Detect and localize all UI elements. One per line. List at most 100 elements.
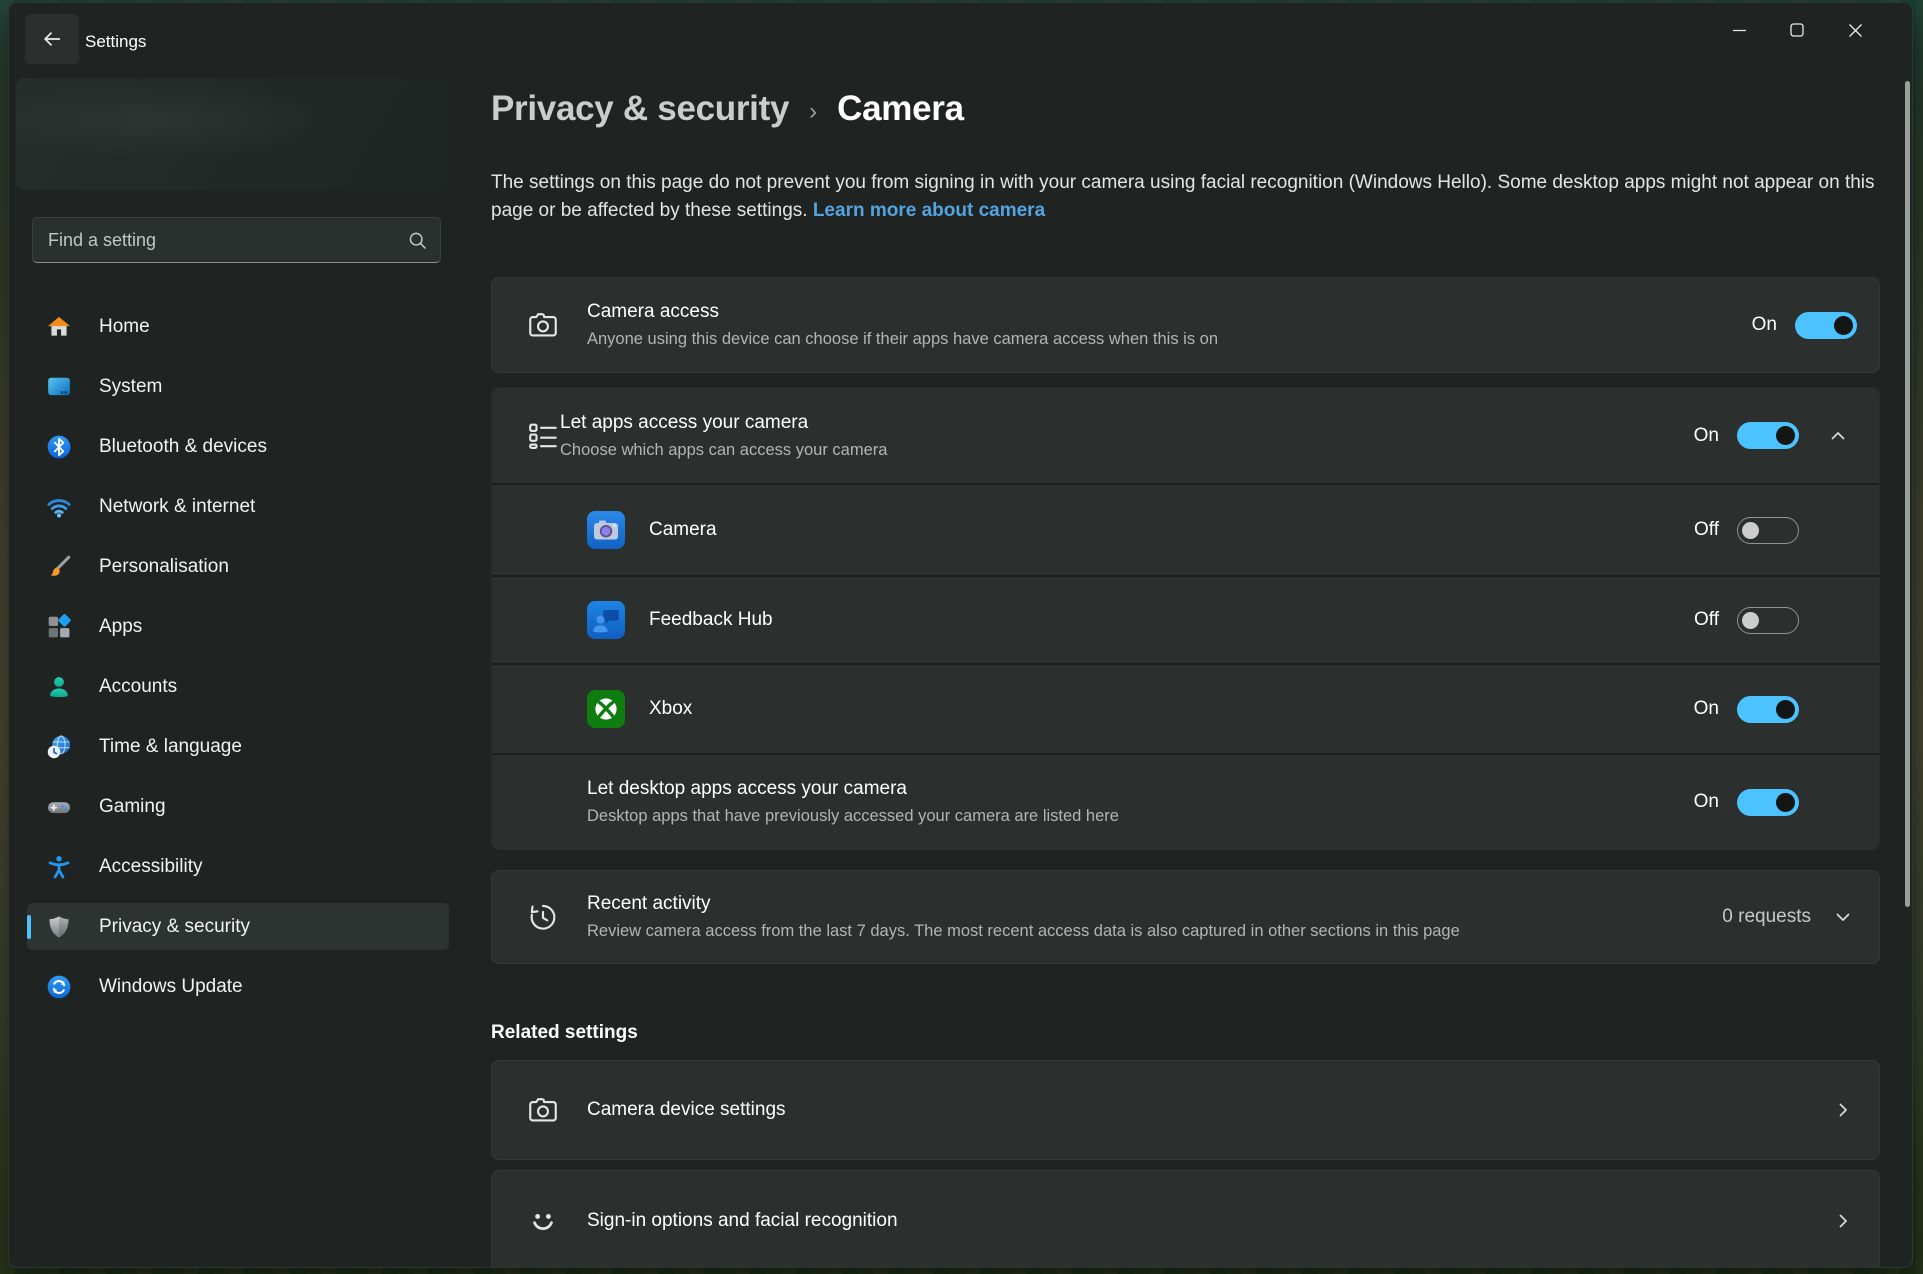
- settings-window: Settings: [8, 2, 1913, 1268]
- chevron-down-icon[interactable]: [1833, 907, 1853, 927]
- setting-subtitle: Choose which apps can access your camera: [560, 441, 887, 460]
- minimize-button[interactable]: [1710, 9, 1768, 51]
- sidebar-item-bluetooth[interactable]: Bluetooth & devices: [27, 423, 449, 470]
- camera-access-toggle[interactable]: [1795, 312, 1857, 339]
- back-arrow-icon: [41, 28, 63, 50]
- toggle-state-label: On: [1694, 425, 1719, 447]
- search-input[interactable]: [33, 218, 440, 262]
- app-row-feedback-hub: Feedback Hub Off: [492, 575, 1879, 663]
- camera-outline-icon: [526, 308, 560, 342]
- let-apps-toggle[interactable]: [1737, 422, 1799, 449]
- setting-title: Camera device settings: [587, 1099, 786, 1121]
- wifi-icon: [46, 494, 72, 520]
- chevron-right-icon: [1833, 1211, 1853, 1231]
- toggle-state-label: On: [1752, 314, 1777, 336]
- page-description-text: The settings on this page do not prevent…: [491, 172, 1875, 221]
- window-controls: [1710, 9, 1884, 51]
- sidebar-item-label: Network & internet: [99, 496, 255, 518]
- camera-outline-icon: [526, 1093, 560, 1127]
- sidebar-item-personalisation[interactable]: Personalisation: [27, 543, 449, 590]
- back-button[interactable]: [25, 14, 79, 64]
- breadcrumb-separator-icon: ›: [809, 93, 817, 126]
- sidebar-item-apps[interactable]: Apps: [27, 603, 449, 650]
- page-title: Camera: [837, 89, 964, 129]
- shield-icon: [46, 914, 72, 940]
- app-row-xbox: Xbox On: [492, 663, 1879, 753]
- close-icon: [1848, 23, 1863, 38]
- sidebar-item-label: Home: [99, 316, 150, 338]
- close-button[interactable]: [1826, 9, 1884, 51]
- window-title: Settings: [85, 32, 146, 52]
- update-arrows-icon: [46, 974, 72, 1000]
- setting-title: Camera access: [587, 301, 1218, 323]
- recent-activity-count: 0 requests: [1722, 906, 1811, 928]
- recent-activity-card[interactable]: Recent activity Review camera access fro…: [491, 870, 1880, 964]
- sidebar-item-accounts[interactable]: Accounts: [27, 663, 449, 710]
- sidebar-item-privacy-security[interactable]: Privacy & security: [27, 903, 449, 950]
- maximize-icon: [1790, 23, 1804, 37]
- xbox-toggle[interactable]: [1737, 696, 1799, 723]
- feedback-hub-toggle[interactable]: [1737, 607, 1799, 634]
- related-settings-heading: Related settings: [491, 1022, 638, 1044]
- app-name: Feedback Hub: [649, 609, 773, 631]
- app-grid-icon: [46, 614, 72, 640]
- minimize-icon: [1732, 23, 1747, 38]
- setting-subtitle: Anyone using this device can choose if t…: [587, 330, 1218, 349]
- sidebar-item-home[interactable]: Home: [27, 303, 449, 350]
- camera-app-toggle[interactable]: [1737, 517, 1799, 544]
- history-clock-icon: [526, 900, 560, 934]
- sidebar-item-gaming[interactable]: Gaming: [27, 783, 449, 830]
- camera-access-card: Camera access Anyone using this device c…: [491, 277, 1880, 373]
- setting-subtitle: Desktop apps that have previously access…: [587, 807, 1119, 826]
- apps-list-icon: [526, 419, 560, 453]
- let-apps-access-header[interactable]: Let apps access your camera Choose which…: [492, 388, 1879, 483]
- laptop-icon: [46, 374, 72, 400]
- sidebar-item-label: Personalisation: [99, 556, 229, 578]
- toggle-state-label: On: [1694, 791, 1719, 813]
- search-box: [32, 217, 441, 263]
- sidebar-item-label: Privacy & security: [99, 916, 250, 938]
- sidebar-item-windows-update[interactable]: Windows Update: [27, 963, 449, 1010]
- sidebar-item-system[interactable]: System: [27, 363, 449, 410]
- person-icon: [46, 674, 72, 700]
- feedback-hub-icon: [587, 601, 625, 639]
- toggle-state-label: Off: [1694, 519, 1719, 541]
- search-icon: [407, 230, 428, 251]
- setting-title: Let desktop apps access your camera: [587, 778, 1119, 800]
- home-icon: [46, 314, 72, 340]
- sidebar-item-accessibility[interactable]: Accessibility: [27, 843, 449, 890]
- maximize-button[interactable]: [1768, 9, 1826, 51]
- sidebar-item-label: Windows Update: [99, 976, 243, 998]
- sign-in-options-card[interactable]: Sign-in options and facial recognition: [491, 1170, 1880, 1268]
- camera-device-settings-card[interactable]: Camera device settings: [491, 1060, 1880, 1160]
- gamepad-icon: [46, 794, 72, 820]
- sidebar-item-network[interactable]: Network & internet: [27, 483, 449, 530]
- app-name: Camera: [649, 519, 717, 541]
- accessibility-person-icon: [46, 854, 72, 880]
- paintbrush-icon: [46, 554, 72, 580]
- learn-more-link[interactable]: Learn more about camera: [813, 200, 1045, 221]
- vertical-scrollbar[interactable]: [1905, 81, 1910, 907]
- app-row-camera: Camera Off: [492, 483, 1879, 575]
- app-name: Xbox: [649, 698, 692, 720]
- account-banner[interactable]: [16, 78, 448, 190]
- page-description: The settings on this page do not prevent…: [491, 169, 1888, 225]
- sidebar-item-label: Bluetooth & devices: [99, 436, 267, 458]
- toggle-state-label: Off: [1694, 609, 1719, 631]
- smiley-face-icon: [526, 1204, 560, 1238]
- desktop-apps-toggle[interactable]: [1737, 789, 1799, 816]
- setting-title: Let apps access your camera: [560, 412, 887, 434]
- let-apps-access-group: Let apps access your camera Choose which…: [491, 387, 1880, 850]
- xbox-app-icon: [587, 690, 625, 728]
- setting-title: Recent activity: [587, 893, 1460, 915]
- sidebar-item-label: Accessibility: [99, 856, 202, 878]
- bluetooth-icon: [46, 434, 72, 460]
- globe-clock-icon: [46, 734, 72, 760]
- sidebar-item-label: Accounts: [99, 676, 177, 698]
- chevron-up-icon[interactable]: [1828, 426, 1848, 446]
- desktop-apps-row: Let desktop apps access your camera Desk…: [492, 753, 1879, 849]
- setting-subtitle: Review camera access from the last 7 day…: [587, 922, 1460, 941]
- breadcrumb-parent[interactable]: Privacy & security: [491, 89, 789, 129]
- setting-title: Sign-in options and facial recognition: [587, 1210, 898, 1232]
- sidebar-item-time-language[interactable]: Time & language: [27, 723, 449, 770]
